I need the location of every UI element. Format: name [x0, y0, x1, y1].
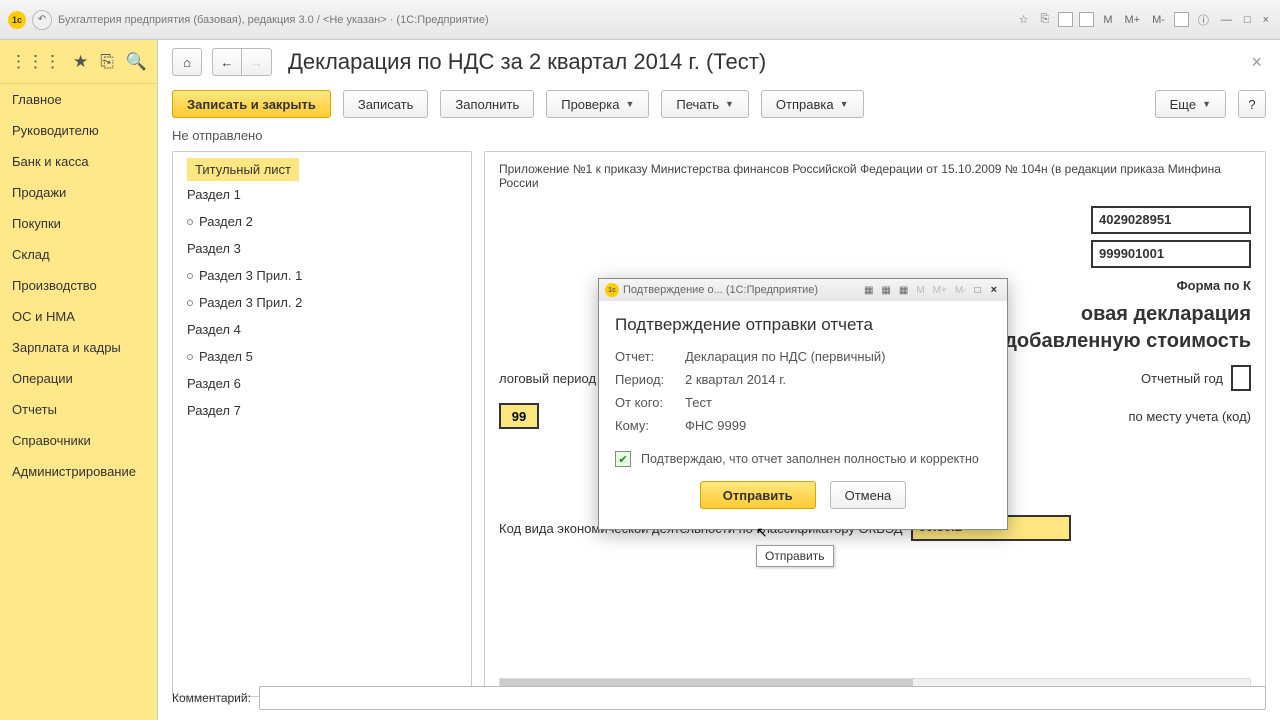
main-sidebar: ⋮⋮⋮ ★ ⎘ 🔍 Главное Руководителю Банк и ка…	[0, 40, 158, 720]
titlebar-m-minus[interactable]: М-	[1149, 12, 1168, 28]
sidebar-item[interactable]: ОС и НМА	[0, 301, 157, 332]
dialog-value: 2 квартал 2014 г.	[685, 372, 786, 387]
titlebar-help-icon[interactable]: ⓘ	[1195, 10, 1212, 30]
search-icon[interactable]: 🔍	[126, 52, 147, 72]
dialog-label: Период:	[615, 372, 685, 387]
dialog-value: Тест	[685, 395, 712, 410]
titlebar-icon[interactable]	[1174, 12, 1189, 27]
sidebar-item[interactable]: Отчеты	[0, 394, 157, 425]
sidebar-item[interactable]: Продажи	[0, 177, 157, 208]
sidebar-item[interactable]: Производство	[0, 270, 157, 301]
app-titlebar: 1c ↶ Бухгалтерия предприятия (базовая), …	[0, 0, 1280, 40]
clipboard-icon[interactable]: ⎘	[100, 52, 114, 72]
titlebar-icon[interactable]	[1058, 12, 1073, 27]
titlebar-back-button[interactable]: ↶	[32, 10, 52, 30]
dialog-icon[interactable]: M+	[931, 285, 949, 296]
dialog-close-button[interactable]: ×	[987, 284, 1001, 296]
confirm-dialog: 1c Подтверждение о... (1С:Предприятие) ▦…	[598, 278, 1008, 530]
tooltip: Отправить	[756, 545, 834, 567]
titlebar-m[interactable]: М	[1100, 12, 1115, 28]
dialog-icon[interactable]: ▦	[862, 285, 875, 296]
dialog-icon[interactable]: M	[914, 285, 926, 296]
sidebar-item[interactable]: Справочники	[0, 425, 157, 456]
cancel-button[interactable]: Отмена	[830, 481, 907, 509]
app-title: Бухгалтерия предприятия (базовая), редак…	[58, 14, 1010, 26]
window-close[interactable]: ×	[1260, 12, 1272, 28]
dialog-icon[interactable]: ▦	[897, 285, 910, 296]
dialog-maximize[interactable]: □	[973, 285, 983, 296]
apps-icon[interactable]: ⋮⋮⋮	[10, 52, 61, 72]
dialog-label: Отчет:	[615, 349, 685, 364]
dialog-value: Декларация по НДС (первичный)	[685, 349, 885, 364]
sidebar-item[interactable]: Операции	[0, 363, 157, 394]
confirm-text: Подтверждаю, что отчет заполнен полность…	[641, 452, 979, 466]
dialog-label: От кого:	[615, 395, 685, 410]
titlebar-icon[interactable]: ⎘	[1038, 11, 1053, 28]
window-maximize[interactable]: □	[1241, 12, 1254, 28]
titlebar-icon[interactable]	[1079, 12, 1094, 27]
dialog-window-title: Подтверждение о... (1С:Предприятие)	[623, 284, 858, 296]
sidebar-item[interactable]: Руководителю	[0, 115, 157, 146]
app-logo-icon: 1c	[8, 11, 26, 29]
dialog-heading: Подтверждение отправки отчета	[615, 315, 991, 335]
app-logo-icon: 1c	[605, 283, 619, 297]
titlebar-icon[interactable]: ☆	[1016, 11, 1032, 28]
favorite-icon[interactable]: ★	[73, 52, 88, 72]
window-minimize[interactable]: —	[1218, 12, 1235, 28]
sidebar-item[interactable]: Покупки	[0, 208, 157, 239]
sidebar-item[interactable]: Главное	[0, 84, 157, 115]
dialog-icon[interactable]: ▦	[879, 285, 892, 296]
dialog-value: ФНС 9999	[685, 418, 746, 433]
dialog-icon[interactable]: M-	[953, 285, 969, 296]
confirm-checkbox[interactable]: ✔	[615, 451, 631, 467]
sidebar-item[interactable]: Банк и касса	[0, 146, 157, 177]
dialog-label: Кому:	[615, 418, 685, 433]
sidebar-item[interactable]: Зарплата и кадры	[0, 332, 157, 363]
sidebar-item[interactable]: Администрирование	[0, 456, 157, 487]
titlebar-m-plus[interactable]: М+	[1121, 12, 1143, 28]
sidebar-item[interactable]: Склад	[0, 239, 157, 270]
submit-button[interactable]: Отправить	[700, 481, 816, 509]
